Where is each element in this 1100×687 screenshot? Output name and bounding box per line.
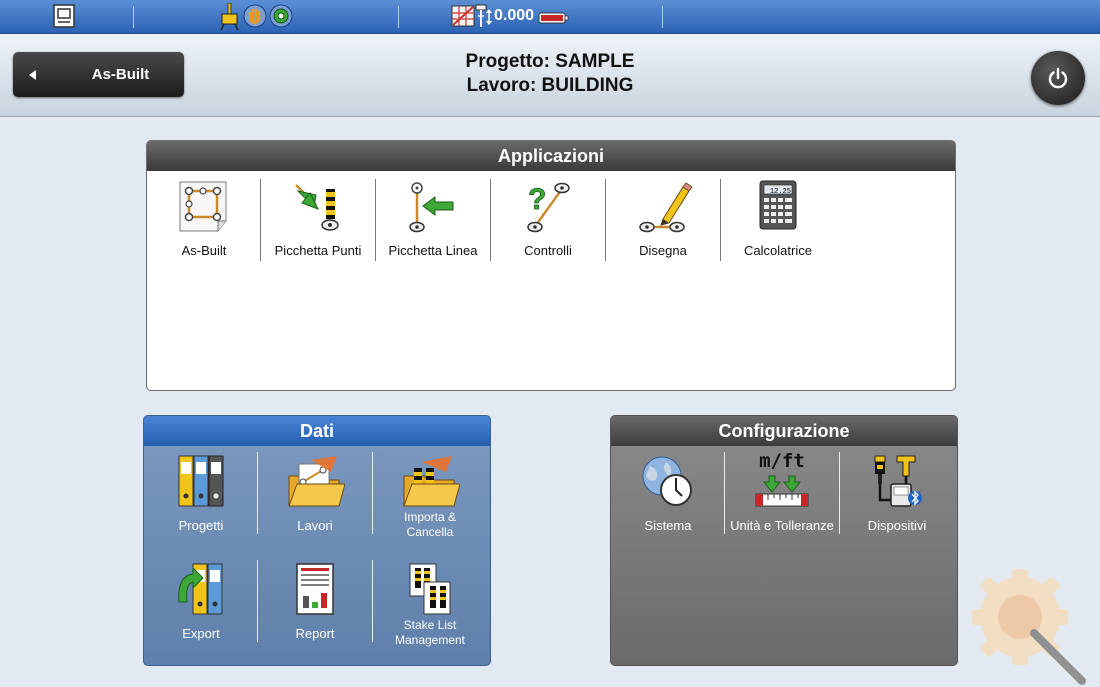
data-label: Report [295,626,335,641]
config-units-tolerances[interactable]: m/ft Unità e Tolleranze [725,450,839,550]
data-label: Importa & Cancella [373,510,487,540]
status-separator [662,6,663,28]
svg-text:?: ? [528,183,546,216]
power-button[interactable] [1031,51,1085,105]
data-label-line1: Importa & [403,510,457,524]
import-delete-icon [403,456,460,507]
rover-icon[interactable] [218,2,242,36]
data-label: Progetti [178,518,224,533]
page-title: Progetto: SAMPLE Lavoro: BUILDING [350,50,750,98]
draw-icon [639,182,693,233]
data-import-delete[interactable]: Importa & Cancella [373,450,487,550]
back-button[interactable]: As-Built [13,52,184,97]
data-projects[interactable]: Progetti [144,450,258,550]
back-arrow-icon [29,70,36,80]
configuration-panel: Configurazione Sistema m/ft Unità e Toll… [610,415,958,666]
app-label: Calcolatrice [744,243,812,258]
jobs-icon [288,456,345,507]
data-label-line2: Cancella [406,525,454,539]
config-devices[interactable]: Dispositivi [840,450,954,550]
config-label: Dispositivi [867,518,927,533]
power-icon [1048,67,1068,89]
report-icon [296,563,334,615]
watermark-icon [972,569,1086,685]
app-stake-points[interactable]: Picchetta Punti [261,175,375,275]
stake-points-icon [295,184,339,231]
app-label: Disegna [639,243,687,258]
device-icon[interactable] [52,3,76,34]
devices-icon [874,455,922,507]
app-as-built[interactable]: As-Built [147,175,261,275]
svg-text:12.25: 12.25 [770,188,791,196]
grid-icon[interactable] [451,4,475,33]
app-label: Controlli [524,243,572,258]
configuration-title: Configurazione [611,416,957,446]
prism-icon[interactable] [269,4,293,33]
height-readout: 0.000 [494,7,535,24]
app-label: Picchetta Punti [274,243,362,258]
app-label: As-Built [181,243,227,258]
config-system[interactable]: Sistema [611,450,725,550]
data-title: Dati [144,416,490,446]
hand-icon[interactable] [243,4,267,33]
status-separator [133,6,134,28]
app-checks[interactable]: ? Controlli [491,175,605,275]
app-draw[interactable]: Disegna [606,175,720,275]
battery-icon [538,11,570,29]
data-label: Stake List Management [373,618,487,648]
data-stake-list[interactable]: Stake List Management [373,558,487,658]
data-export[interactable]: Export [144,558,258,658]
projects-icon [178,455,224,507]
project-name: Progetto: SAMPLE [465,51,635,72]
data-label-line1: Stake List [403,618,457,632]
units-badge: m/ft [759,450,805,472]
applications-panel: Applicazioni As-Built Picchetta Punti Pi… [146,140,956,391]
stake-line-icon [409,182,454,233]
header: As-Built Progetto: SAMPLE Lavoro: BUILDI… [0,34,1100,117]
data-label: Lavori [297,518,333,533]
system-icon [642,456,692,506]
data-jobs[interactable]: Lavori [258,450,372,550]
config-label: Unità e Tolleranze [730,518,834,533]
data-label: Export [182,626,220,641]
app-label: Picchetta Linea [388,243,478,258]
back-button-label: As-Built [91,66,150,83]
stake-list-icon [409,563,451,615]
data-report[interactable]: Report [258,558,372,658]
job-name: Lavoro: BUILDING [466,75,634,96]
status-bar: 0.000 [0,0,1100,34]
config-label: Sistema [644,518,692,533]
data-panel: Dati Progetti Lavori Importa & Cancella … [143,415,491,666]
app-calculator[interactable]: 12.25 Calcolatrice [721,175,835,275]
as-built-icon [179,181,227,232]
status-separator [398,6,399,28]
checks-icon: ? [527,183,570,233]
calculator-icon: 12.25 [759,180,797,230]
vertical-arrows-icon [485,8,493,31]
applications-title: Applicazioni [147,141,955,171]
data-label-line2: Management [394,633,466,647]
app-stake-line[interactable]: Picchetta Linea [376,175,490,275]
export-icon [178,563,223,615]
